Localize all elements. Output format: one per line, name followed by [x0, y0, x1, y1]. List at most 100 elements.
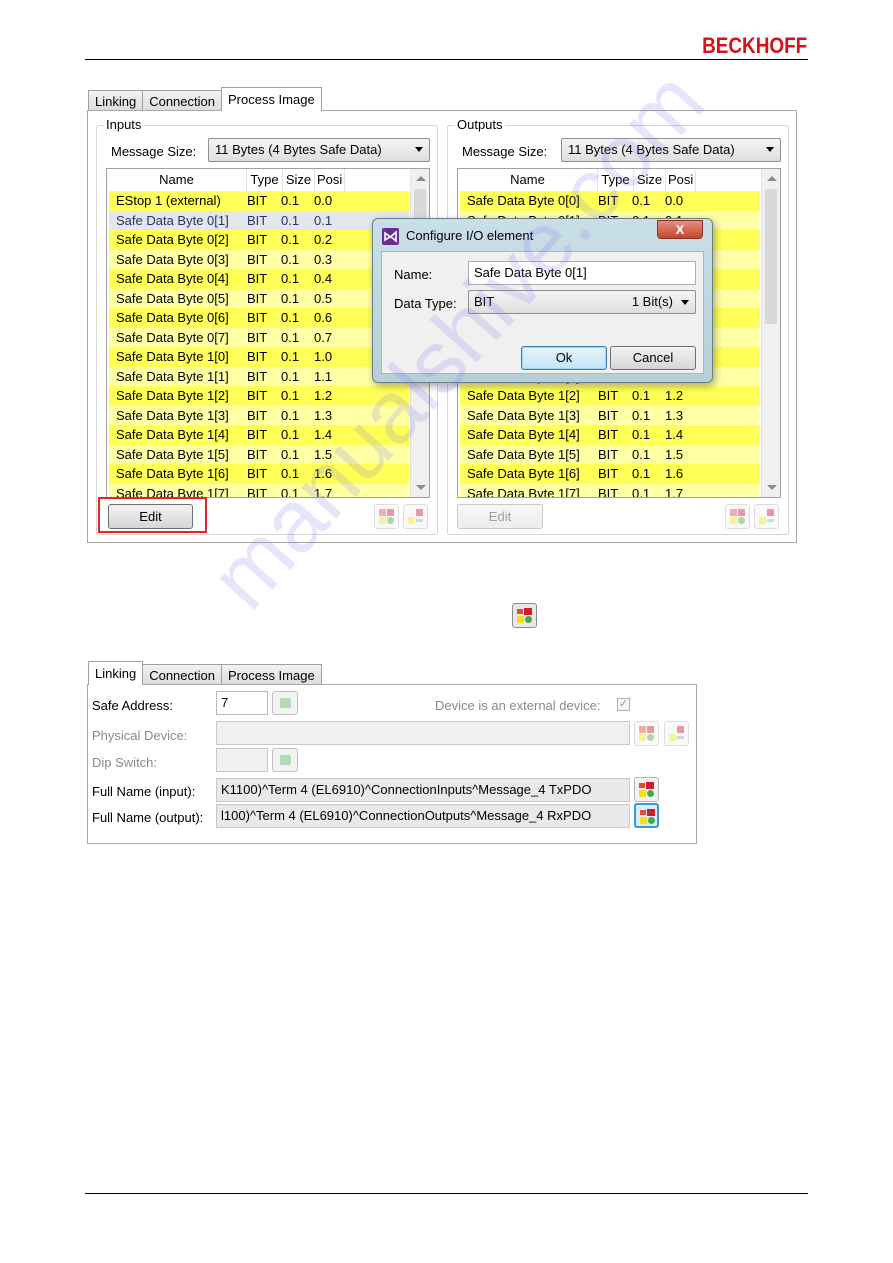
inputs-rows: EStop 1 (external) BIT 0.1 0.0 Safe Data Byt… — [109, 191, 409, 498]
cancel-button[interactable]: Cancel — [610, 346, 696, 370]
ok-button[interactable]: Ok — [521, 346, 607, 370]
table-row[interactable]: Safe Data Byte 1[6] BIT 0.1 1.6 — [109, 464, 409, 484]
table-row[interactable]: Safe Data Byte 0[6] BIT 0.1 0.6 — [109, 308, 409, 328]
table-row[interactable]: Safe Data Byte 0[0] BIT 0.1 0.0 — [460, 191, 760, 211]
link-output-button[interactable] — [634, 803, 659, 828]
table-row[interactable]: Safe Data Byte 1[3] BIT 0.1 1.3 — [460, 405, 760, 425]
cell-name: Safe Data Byte 0[5] — [116, 290, 229, 306]
scroll-down-icon[interactable] — [416, 485, 426, 490]
inputs-group-title: Inputs — [104, 117, 144, 132]
cell-type: BIT — [247, 271, 268, 286]
table-row[interactable]: Safe Data Byte 1[4] BIT 0.1 1.4 — [460, 425, 760, 445]
table-row[interactable]: Safe Data Byte 0[4] BIT 0.1 0.4 — [109, 269, 409, 289]
inputs-message-size-select[interactable]: 11 Bytes (4 Bytes Safe Data) — [208, 138, 430, 162]
physical-device-input[interactable] — [216, 721, 630, 745]
unlink-variable-button[interactable] — [754, 504, 779, 529]
external-device-checkbox[interactable]: ✓ — [617, 698, 630, 711]
table-row[interactable]: Safe Data Byte 1[5] BIT 0.1 1.5 — [460, 444, 760, 464]
full-name-output-field[interactable]: l100)^Term 4 (EL6910)^ConnectionOutputs^… — [216, 804, 630, 828]
tab-connection[interactable]: Connection — [142, 664, 222, 685]
unlink-variable-button[interactable] — [403, 504, 428, 529]
cell-position: 1.7 — [665, 485, 684, 498]
table-row[interactable]: Safe Data Byte 0[1] BIT 0.1 0.1 — [109, 210, 409, 230]
table-row[interactable]: Safe Data Byte 1[7] BIT 0.1 1.7 — [460, 483, 760, 498]
unlink-physical-device-button[interactable] — [664, 721, 689, 746]
link-variable-button[interactable] — [374, 504, 399, 529]
outputs-message-size-select[interactable]: 11 Bytes (4 Bytes Safe Data) — [561, 138, 781, 162]
tab-process-image[interactable]: Process Image — [220, 87, 322, 111]
tab-bar-process-image: Linking Connection Process Image — [88, 87, 322, 111]
cell-name: Safe Data Byte 0[6] — [116, 310, 229, 325]
column-header-name[interactable]: Name — [458, 169, 598, 191]
dip-switch-input[interactable] — [216, 748, 268, 772]
tab-process-image[interactable]: Process Image — [220, 664, 322, 685]
safe-address-apply-button[interactable] — [272, 691, 298, 715]
data-type-size: 1 Bit(s) — [631, 294, 673, 309]
outputs-message-size-value: 11 Bytes (4 Bytes Safe Data) — [568, 142, 735, 157]
full-name-output-label: Full Name (output): — [92, 810, 204, 825]
dip-switch-refresh-button[interactable] — [272, 748, 298, 772]
unlink-variable-icon — [669, 726, 684, 741]
scroll-up-icon[interactable] — [767, 176, 777, 181]
external-device-label: Device is an external device: — [435, 698, 601, 713]
cell-size: 0.1 — [281, 466, 300, 481]
data-type-select[interactable]: BIT 1 Bit(s) — [468, 290, 696, 314]
full-name-input-field[interactable]: K1100)^Term 4 (EL6910)^ConnectionInputs^… — [216, 778, 630, 802]
table-row[interactable]: Safe Data Byte 0[7] BIT 0.1 0.7 — [109, 327, 409, 347]
table-row[interactable]: Safe Data Byte 1[5] BIT 0.1 1.5 — [109, 444, 409, 464]
chevron-down-icon — [681, 300, 689, 305]
scroll-up-icon[interactable] — [416, 176, 426, 181]
link-variable-button[interactable] — [725, 504, 750, 529]
inputs-message-size-value: 11 Bytes (4 Bytes Safe Data) — [215, 142, 382, 157]
table-row[interactable]: Safe Data Byte 0[3] BIT 0.1 0.3 — [109, 249, 409, 269]
column-header-type[interactable]: Type — [247, 169, 283, 191]
table-row[interactable]: Safe Data Byte 1[0] BIT 0.1 1.0 — [109, 347, 409, 367]
tab-connection[interactable]: Connection — [142, 90, 222, 111]
table-row[interactable]: Safe Data Byte 1[6] BIT 0.1 1.6 — [460, 464, 760, 484]
cell-name: Safe Data Byte 1[1] — [116, 368, 229, 384]
link-input-button[interactable] — [634, 777, 659, 802]
column-header-position[interactable]: Posi — [315, 169, 345, 191]
safe-address-input[interactable]: 7 — [216, 691, 268, 715]
inputs-message-size-label: Message Size: — [111, 144, 197, 159]
table-row[interactable]: Safe Data Byte 1[3] BIT 0.1 1.3 — [109, 405, 409, 425]
cell-type: BIT — [247, 251, 268, 267]
cell-position: 0.5 — [314, 290, 333, 306]
column-header-position[interactable]: Posi — [666, 169, 696, 191]
table-row[interactable]: Safe Data Byte 1[2] BIT 0.1 1.2 — [109, 386, 409, 406]
cell-type: BIT — [247, 485, 268, 498]
dialog-close-button[interactable]: X — [657, 220, 703, 239]
scroll-down-icon[interactable] — [767, 485, 777, 490]
column-header-size[interactable]: Size — [634, 169, 666, 191]
table-row[interactable]: Safe Data Byte 1[4] BIT 0.1 1.4 — [109, 425, 409, 445]
table-row[interactable]: Safe Data Byte 1[7] BIT 0.1 1.7 — [109, 483, 409, 498]
cell-type: BIT — [247, 368, 268, 384]
outputs-scrollbar[interactable] — [761, 169, 780, 497]
table-row[interactable]: Safe Data Byte 0[2] BIT 0.1 0.2 — [109, 230, 409, 250]
tab-linking[interactable]: Linking — [88, 90, 144, 111]
cell-name: Safe Data Byte 1[0] — [116, 349, 229, 364]
cell-type: BIT — [247, 446, 268, 462]
name-input[interactable]: Safe Data Byte 0[1] — [468, 261, 696, 285]
link-physical-device-button[interactable] — [634, 721, 659, 746]
column-header-type[interactable]: Type — [598, 169, 634, 191]
cell-position: 1.5 — [665, 446, 684, 462]
visual-studio-logo-icon — [382, 228, 399, 245]
cell-position: 0.1 — [314, 212, 333, 228]
safe-address-label: Safe Address: — [92, 698, 173, 713]
table-row[interactable]: Safe Data Byte 0[5] BIT 0.1 0.5 — [109, 288, 409, 308]
outputs-edit-button[interactable]: Edit — [457, 504, 543, 529]
table-row[interactable]: Safe Data Byte 1[1] BIT 0.1 1.1 — [109, 366, 409, 386]
link-variable-icon — [730, 509, 745, 524]
cell-position: 1.5 — [314, 446, 333, 462]
data-type-label: Data Type: — [394, 296, 457, 311]
tab-linking[interactable]: Linking — [88, 661, 144, 685]
column-header-name[interactable]: Name — [107, 169, 247, 191]
cell-size: 0.1 — [281, 212, 300, 228]
column-header-size[interactable]: Size — [283, 169, 315, 191]
footer-rule — [85, 1193, 808, 1194]
table-row[interactable]: Safe Data Byte 1[2] BIT 0.1 1.2 — [460, 386, 760, 406]
table-row[interactable]: EStop 1 (external) BIT 0.1 0.0 — [109, 191, 409, 211]
cell-size: 0.1 — [281, 446, 300, 462]
scroll-thumb[interactable] — [765, 189, 777, 324]
